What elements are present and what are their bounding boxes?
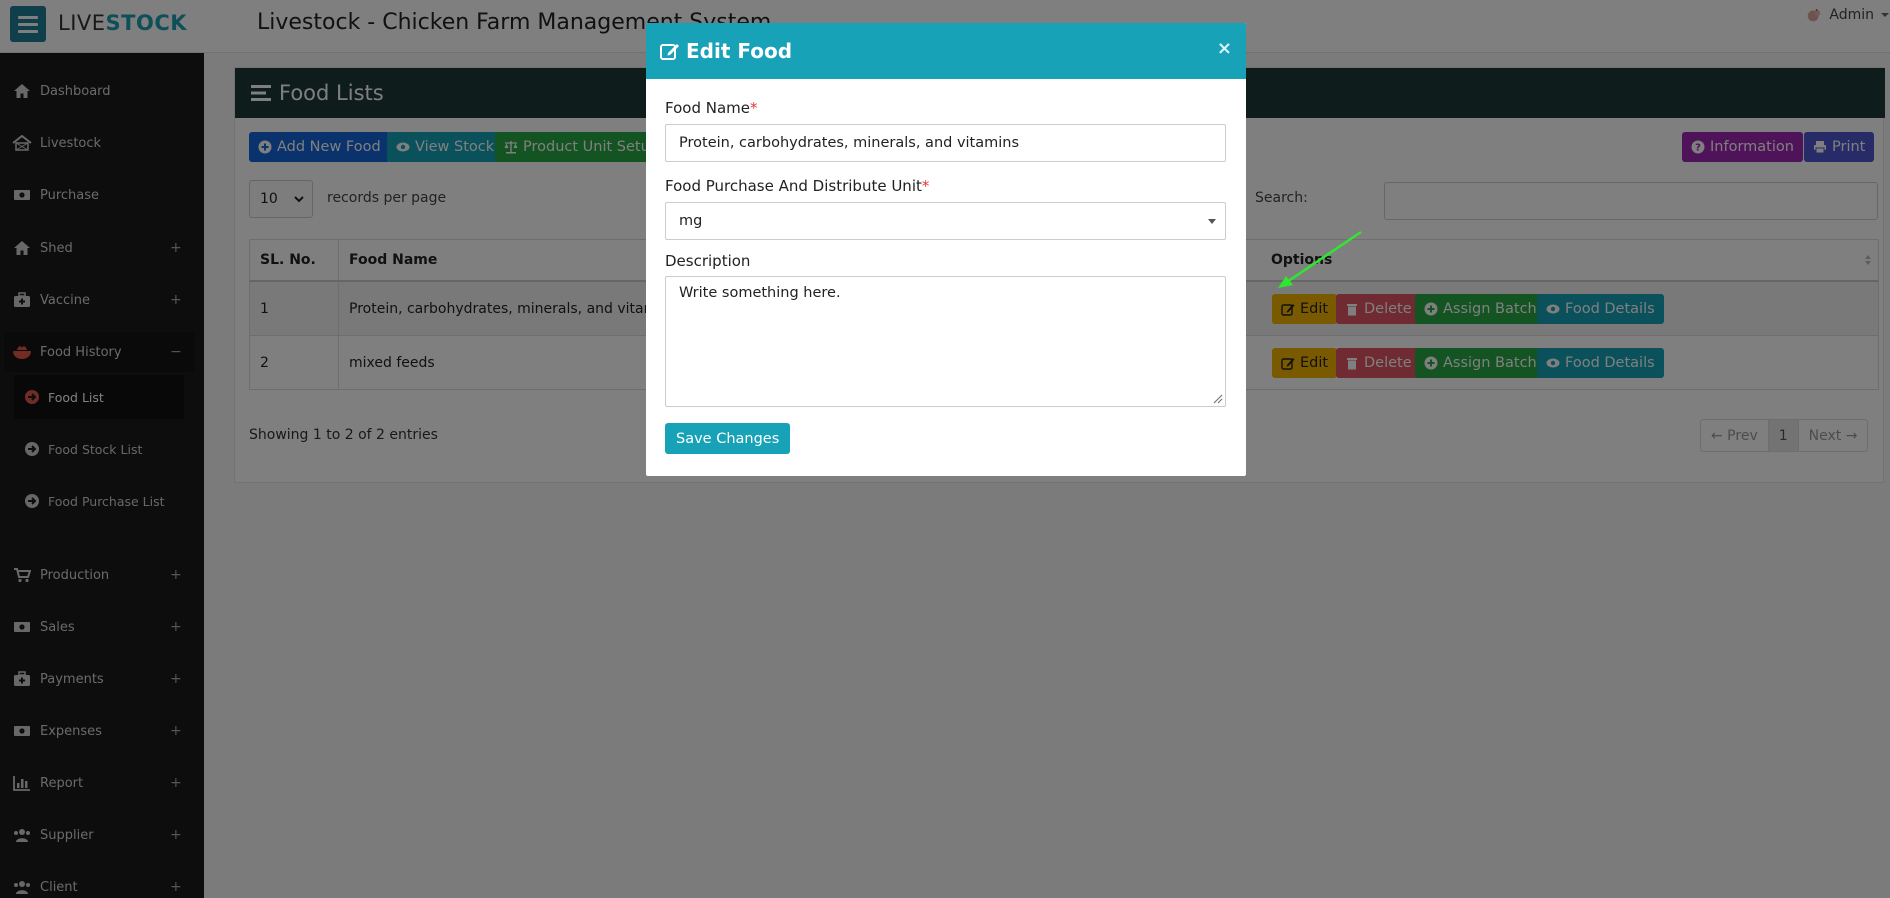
edit-food-modal: Edit Food × Food Name* Protein, carbohyd…: [646, 23, 1246, 476]
caret-down-icon: [1208, 219, 1216, 224]
resize-grip-icon[interactable]: [1211, 392, 1223, 404]
required-mark: *: [921, 177, 930, 195]
required-mark: *: [750, 99, 758, 117]
unit-label: Food Purchase And Distribute Unit*: [665, 177, 930, 195]
description-label: Description: [665, 252, 751, 270]
food-name-input[interactable]: Protein, carbohydrates, minerals, and vi…: [665, 124, 1226, 162]
edit-icon: [660, 44, 679, 60]
description-textarea[interactable]: Write something here.: [665, 276, 1226, 407]
modal-title: Edit Food: [686, 39, 793, 63]
close-icon[interactable]: ×: [1217, 38, 1232, 59]
modal-header: Edit Food ×: [646, 23, 1246, 79]
save-changes-button[interactable]: Save Changes: [665, 423, 791, 454]
unit-select[interactable]: mg: [665, 202, 1226, 240]
food-name-label: Food Name*: [665, 99, 758, 117]
